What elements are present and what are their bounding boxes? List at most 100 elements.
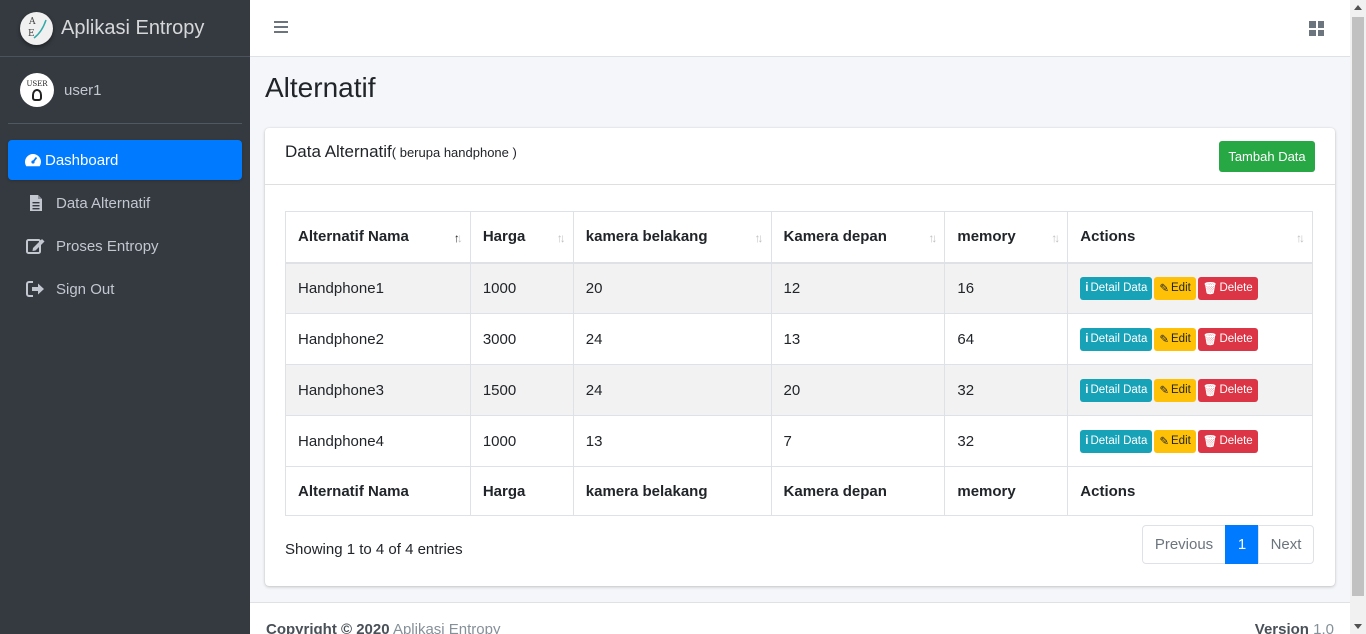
card-header: Data Alternatif( berupa handphone ) Tamb…: [265, 128, 1335, 185]
edit-button[interactable]: ✎ Edit: [1154, 378, 1196, 402]
column-header-actions[interactable]: Actions ↑↓: [1067, 211, 1313, 264]
delete-button[interactable]: 🗑︎ Delete: [1197, 378, 1258, 402]
sidebar: A E Aplikasi Entropy USER user1 Dashboar…: [0, 0, 250, 634]
edit-button[interactable]: ✎ Edit: [1154, 429, 1196, 453]
previous-page-button[interactable]: Previous: [1142, 525, 1226, 564]
next-page-button[interactable]: Next: [1258, 525, 1314, 564]
footer-header-kamera-belakang: kamera belakang: [572, 466, 772, 516]
pencil-icon: ✎: [1159, 436, 1170, 448]
info-icon: i: [1085, 435, 1089, 447]
trash-icon: 🗑︎: [1202, 385, 1218, 397]
column-header-kamera-depan[interactable]: Kamera depan ↑↓: [770, 211, 946, 264]
footer-app-link[interactable]: Aplikasi Entropy: [393, 621, 501, 634]
delete-button[interactable]: 🗑︎ Delete: [1197, 327, 1258, 351]
table-row: Handphone2 3000 24 13 64 i Detail Data ✎ Edit 🗑︎ D…: [285, 313, 1313, 365]
column-header-alternatif-nama[interactable]: Alternatif Nama ↑↓: [285, 211, 471, 264]
table-cell: 1000: [469, 262, 574, 314]
page-title: Alternatif: [265, 72, 376, 103]
footer-header-actions: Actions: [1067, 466, 1313, 516]
detail-data-button[interactable]: i Detail Data: [1080, 429, 1153, 453]
table-cell: 13: [572, 415, 772, 467]
table-cell: 16: [944, 262, 1069, 314]
sort-icon: ↑↓: [928, 231, 937, 245]
file-icon: [26, 193, 46, 213]
table-cell: 20: [770, 364, 946, 416]
actions-cell: i Detail Data ✎ Edit 🗑︎ Delete: [1067, 415, 1313, 467]
table-cell: 13: [770, 313, 946, 365]
scrollbar-thumb[interactable]: [1352, 17, 1364, 596]
actions-cell: i Detail Data ✎ Edit 🗑︎ Delete: [1067, 262, 1313, 314]
menu-toggle-icon[interactable]: [274, 21, 288, 35]
pencil-icon: ✎: [1159, 334, 1170, 346]
table-cell: 7: [770, 415, 946, 467]
info-icon: i: [1085, 282, 1089, 295]
delete-button[interactable]: 🗑︎ Delete: [1197, 276, 1258, 300]
detail-data-button[interactable]: i Detail Data: [1080, 378, 1153, 402]
footer-header-alternatif-nama: Alternatif Nama: [285, 466, 471, 516]
card-subtitle: ( berupa handphone ): [391, 145, 517, 160]
info-icon: i: [1085, 384, 1089, 396]
sort-asc-icon: ↑↓: [453, 231, 463, 245]
edit-button[interactable]: ✎ Edit: [1154, 327, 1196, 351]
table-cell: 1500: [469, 364, 574, 416]
table-cell: 12: [770, 262, 946, 314]
detail-data-button[interactable]: i Detail Data: [1080, 276, 1153, 300]
table-cell: Handphone3: [285, 364, 471, 416]
delete-button[interactable]: 🗑︎ Delete: [1197, 429, 1258, 453]
pencil-icon: ✎: [1159, 385, 1170, 397]
footer-header-kamera-depan: Kamera depan: [770, 466, 946, 516]
page-1-button[interactable]: 1: [1225, 525, 1259, 564]
table-cell: 64: [944, 313, 1069, 365]
logo-swoosh-icon: [33, 19, 47, 39]
card-title: Data Alternatif( berupa handphone ): [285, 142, 517, 161]
pagination: Previous 1 Next: [1142, 525, 1314, 564]
footer: Copyright © 2020 Aplikasi Entropy Versio…: [250, 602, 1350, 634]
sidebar-item-proses-entropy[interactable]: Proses Entropy: [8, 226, 242, 266]
brand-link[interactable]: A E Aplikasi Entropy: [0, 0, 250, 57]
table-cell: 24: [572, 364, 772, 416]
sort-icon: ↑↓: [556, 231, 566, 245]
user-name[interactable]: user1: [64, 82, 102, 99]
grid-icon[interactable]: [1309, 21, 1324, 36]
table-cell: 32: [944, 415, 1069, 467]
table-cell: Handphone4: [285, 415, 471, 467]
table-cell: 1000: [469, 415, 574, 467]
table-cell: 24: [572, 313, 772, 365]
sort-icon: ↑↓: [754, 231, 764, 245]
scroll-up-arrow-icon[interactable]: [1354, 5, 1362, 10]
sidebar-item-data-alternatif[interactable]: Data Alternatif: [8, 183, 242, 223]
user-panel[interactable]: USER user1: [8, 57, 242, 124]
sidebar-item-label: Proses Entropy: [56, 237, 159, 255]
version-info: Version 1.0: [1254, 621, 1334, 634]
avatar: USER: [20, 73, 54, 107]
table-cell: 32: [944, 364, 1069, 416]
sort-icon: ↑↓: [1296, 231, 1305, 245]
scrollbar[interactable]: [1350, 0, 1366, 634]
actions-cell: i Detail Data ✎ Edit 🗑︎ Delete: [1067, 313, 1313, 365]
sort-icon: ↑↓: [1051, 231, 1060, 245]
column-header-memory[interactable]: memory ↑↓: [944, 211, 1069, 264]
column-header-harga[interactable]: Harga ↑↓: [469, 211, 574, 264]
trash-icon: 🗑︎: [1202, 283, 1218, 296]
detail-data-button[interactable]: i Detail Data: [1080, 327, 1153, 351]
table-cell: 3000: [469, 313, 574, 365]
app-title: Aplikasi Entropy: [61, 16, 205, 39]
copyright: Copyright © 2020 Aplikasi Entropy: [266, 621, 501, 634]
scroll-down-arrow-icon[interactable]: [1354, 624, 1362, 629]
trash-icon: 🗑︎: [1202, 436, 1218, 448]
sidebar-item-label: Dashboard: [45, 151, 119, 169]
alternatif-table: Alternatif Nama ↑↓ Harga ↑↓ kamera belakan…: [285, 211, 1313, 516]
sidebar-item-sign-out[interactable]: Sign Out: [8, 269, 242, 309]
edit-button[interactable]: ✎ Edit: [1154, 276, 1196, 300]
add-data-button[interactable]: Tambah Data: [1219, 141, 1315, 172]
footer-header-harga: Harga: [469, 466, 574, 516]
table-row: Handphone4 1000 13 7 32 i Detail Data ✎ Edit 🗑︎ De…: [285, 415, 1313, 467]
tachometer-icon: [23, 150, 43, 170]
top-navbar: [250, 0, 1350, 57]
pencil-icon: ✎: [1159, 283, 1170, 296]
sign-out-icon: [26, 279, 46, 299]
app-logo: A E: [20, 11, 53, 45]
trash-icon: 🗑︎: [1202, 334, 1218, 346]
column-header-kamera-belakang[interactable]: kamera belakang ↑↓: [572, 211, 772, 264]
sidebar-item-dashboard[interactable]: Dashboard: [8, 140, 242, 180]
